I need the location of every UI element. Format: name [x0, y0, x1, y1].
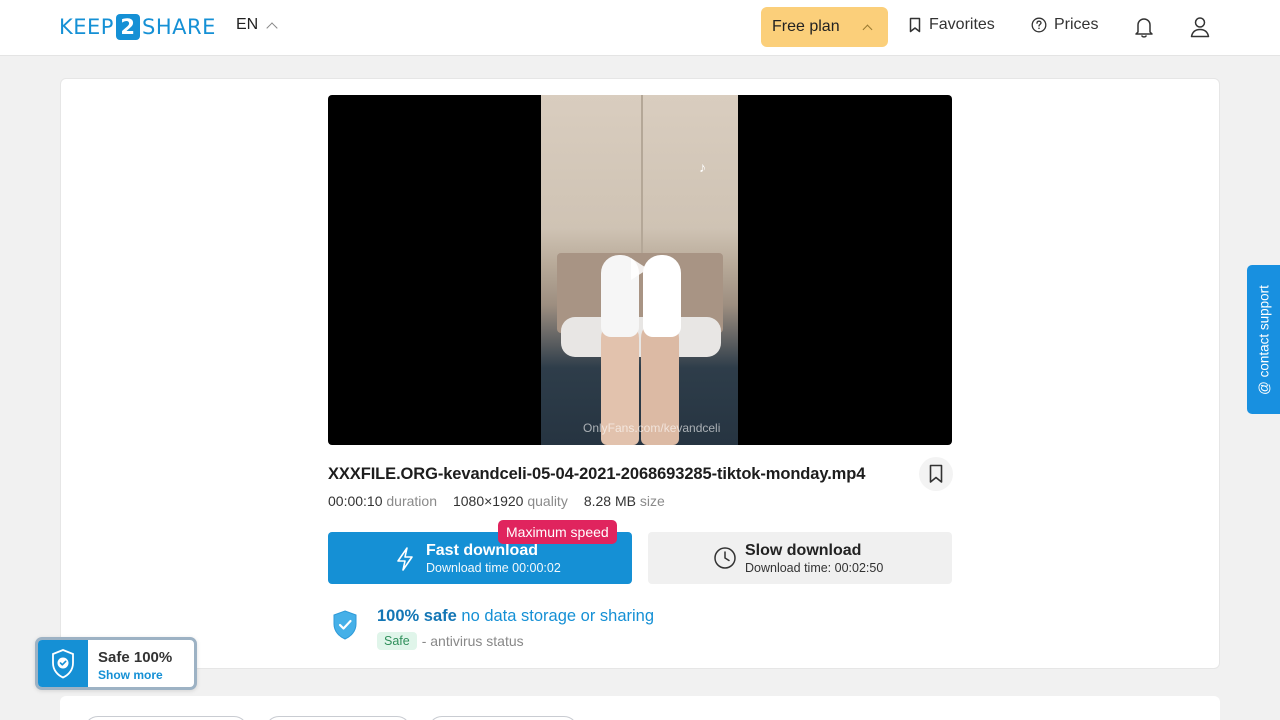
clock-icon — [714, 547, 736, 569]
prices-link[interactable]: Prices — [1031, 16, 1098, 34]
chevron-up-icon — [862, 24, 873, 35]
bottom-tab-3[interactable] — [428, 716, 578, 720]
safe-badge: Safe — [377, 632, 417, 650]
duration-unit: duration — [386, 493, 437, 509]
logo-text-mid: 2 — [115, 14, 140, 40]
frame-sock-right — [643, 255, 681, 337]
user-icon — [1190, 17, 1210, 38]
shield-check-icon — [52, 648, 74, 678]
account-button[interactable] — [1189, 15, 1211, 44]
resolution-unit: quality — [527, 493, 568, 509]
bottom-tab-1[interactable] — [84, 716, 248, 720]
top-header: KEEP 2 SHARE EN Free plan Favorites Pric… — [0, 0, 1280, 56]
safe-widget-title: Safe 100% — [98, 649, 173, 666]
file-resolution: 1080×1920 quality — [453, 493, 568, 509]
notifications-button[interactable] — [1133, 15, 1155, 44]
contact-support-tab[interactable]: @ contact support — [1247, 265, 1280, 414]
safety-title-bold: 100% safe — [377, 607, 457, 625]
antivirus-status: Safe - antivirus status — [377, 632, 524, 650]
fast-download-time: Download time 00:00:02 — [426, 561, 561, 575]
maximum-speed-badge: Maximum speed — [498, 520, 617, 544]
language-label: EN — [236, 16, 259, 33]
slow-download-time: Download time: 00:02:50 — [745, 561, 884, 575]
safety-title: 100% safe no data storage or sharing — [377, 607, 654, 626]
frame-door — [641, 95, 643, 265]
free-plan-button[interactable]: Free plan — [761, 7, 888, 47]
favorites-label: Favorites — [929, 16, 995, 33]
video-preview[interactable]: ♪ OnlyFans.com/kevandceli — [328, 95, 952, 445]
bell-icon — [1135, 18, 1153, 38]
add-to-favorites-button[interactable] — [919, 457, 953, 491]
play-icon[interactable] — [631, 258, 648, 280]
antivirus-status-text: - antivirus status — [421, 633, 524, 649]
favorites-link[interactable]: Favorites — [908, 16, 995, 34]
slow-download-label: Slow download — [745, 542, 862, 559]
slow-download-button[interactable]: Slow download Download time: 00:02:50 — [648, 532, 952, 584]
resolution-value: 1080×1920 — [452, 493, 524, 509]
file-duration: 00:00:10 duration — [328, 493, 437, 509]
safe-widget-icon-box — [38, 640, 88, 687]
bookmark-icon — [929, 464, 943, 483]
help-circle-icon — [1031, 17, 1047, 33]
file-meta: 00:00:10 duration 1080×1920 quality 8.28… — [328, 493, 665, 509]
lightning-icon — [397, 547, 413, 571]
keep2share-logo[interactable]: KEEP 2 SHARE — [59, 14, 216, 40]
file-name: XXXFILE.ORG-kevandceli-05-04-2021-206869… — [328, 465, 866, 483]
bottom-tab-2[interactable] — [265, 716, 411, 720]
logo-text-left: KEEP — [59, 15, 114, 39]
video-watermark: OnlyFans.com/kevandceli — [583, 421, 721, 435]
bookmark-icon — [909, 17, 921, 33]
show-more-link[interactable]: Show more — [98, 668, 163, 682]
contact-support-label: @ contact support — [1256, 284, 1271, 395]
size-value: 8.28 MB — [583, 493, 636, 509]
prices-label: Prices — [1054, 16, 1099, 33]
duration-value: 00:00:10 — [328, 493, 383, 509]
plan-label: Free plan — [772, 18, 840, 35]
file-size: 8.28 MB size — [584, 493, 665, 509]
language-selector[interactable]: EN — [236, 16, 278, 34]
shield-check-icon — [333, 610, 357, 640]
fast-download-label: Fast download — [426, 542, 538, 559]
chevron-up-icon — [266, 21, 278, 34]
tiktok-logo-icon: ♪ — [699, 159, 706, 175]
logo-text-right: SHARE — [141, 15, 216, 39]
size-unit: size — [639, 493, 665, 509]
safe-100-widget[interactable]: Safe 100% Show more — [35, 637, 197, 690]
safety-title-rest: no data storage or sharing — [456, 607, 655, 625]
